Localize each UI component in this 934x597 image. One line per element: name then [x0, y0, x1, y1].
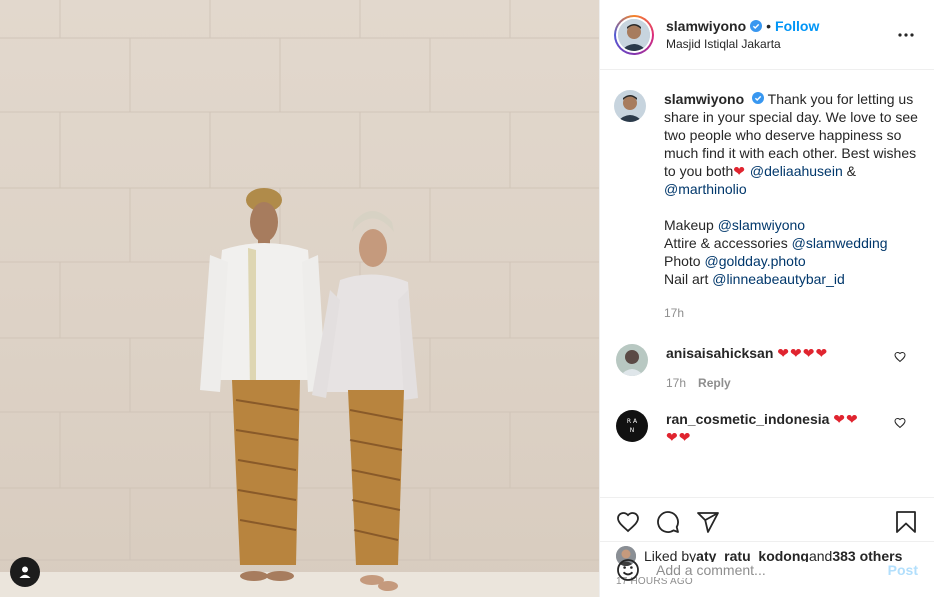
mention-link[interactable]: @slamwiyono — [718, 217, 805, 233]
avatar — [618, 18, 650, 51]
credit-label: Attire & accessories — [664, 235, 792, 251]
post-button[interactable]: Post — [888, 562, 918, 578]
follow-button[interactable]: Follow — [775, 18, 819, 34]
caption-ampersand: & — [842, 163, 856, 179]
groom-figure — [200, 188, 326, 581]
svg-text:N: N — [630, 427, 635, 434]
post-modal: slamwiyono • Follow Masjid Istiqlal Jaka… — [0, 0, 934, 597]
mention-link[interactable]: @goldday.photo — [704, 253, 805, 269]
share-icon[interactable] — [696, 510, 720, 534]
comment-text: ❤❤ — [833, 411, 859, 427]
separator-dot: • — [766, 18, 772, 34]
user-tag-icon[interactable] — [10, 557, 40, 587]
svg-text:R A: R A — [627, 418, 638, 425]
mention-link[interactable]: @linneabeautybar_id — [712, 271, 845, 287]
caption: slamwiyono Thank you for letting us shar… — [600, 70, 934, 322]
comment-like-icon[interactable] — [894, 350, 906, 366]
comment-text: ❤❤❤❤ — [777, 345, 829, 361]
verified-badge-icon — [752, 92, 765, 104]
bookmark-icon[interactable] — [894, 510, 918, 534]
comment-text-continued: ❤❤ — [666, 429, 692, 445]
post-location[interactable]: Masjid Istiqlal Jakarta — [666, 37, 894, 51]
stone-wall-background — [0, 0, 599, 597]
avatar[interactable] — [614, 90, 646, 122]
more-horizontal-icon[interactable] — [894, 23, 918, 47]
comment-item: R A N ran_cosmetic_indonesia ❤❤ ❤❤ — [600, 410, 934, 446]
header-username[interactable]: slamwiyono — [666, 18, 746, 34]
avatar[interactable] — [616, 344, 648, 376]
add-comment-bar: Post — [600, 541, 934, 597]
comments-list[interactable]: slamwiyono Thank you for letting us shar… — [600, 70, 934, 497]
comment-username[interactable]: ran_cosmetic_indonesia — [666, 411, 829, 427]
comment-username[interactable]: anisaisahicksan — [666, 345, 773, 361]
story-ring[interactable] — [614, 14, 654, 55]
comment-time[interactable]: 17h — [666, 376, 686, 390]
mention-link[interactable]: @slamwedding — [792, 235, 888, 251]
verified-badge-icon — [750, 20, 763, 32]
mention-link[interactable]: @deliaahusein — [750, 163, 843, 179]
bride-figure — [312, 211, 418, 591]
comment-input[interactable] — [656, 561, 888, 578]
comment-like-icon[interactable] — [894, 416, 906, 432]
heart-icon[interactable] — [616, 510, 640, 534]
post-header: slamwiyono • Follow Masjid Istiqlal Jaka… — [600, 0, 934, 70]
mention-link[interactable]: @marthinolio — [664, 181, 747, 197]
avatar[interactable]: R A N — [616, 410, 648, 442]
comment-item: anisaisahicksan ❤❤❤❤ 17h Reply — [600, 344, 934, 392]
emoji-icon[interactable] — [616, 558, 640, 582]
comment-icon[interactable] — [656, 510, 680, 534]
post-side-panel: slamwiyono • Follow Masjid Istiqlal Jaka… — [599, 0, 934, 597]
reply-button[interactable]: Reply — [698, 376, 731, 390]
post-photo[interactable] — [0, 0, 599, 597]
credit-label: Nail art — [664, 271, 713, 287]
credit-label: Makeup — [664, 217, 718, 233]
heart-emoji: ❤ — [733, 163, 747, 179]
caption-time[interactable]: 17h — [664, 304, 918, 322]
caption-username[interactable]: slamwiyono — [664, 91, 744, 107]
credit-label: Photo — [664, 253, 705, 269]
